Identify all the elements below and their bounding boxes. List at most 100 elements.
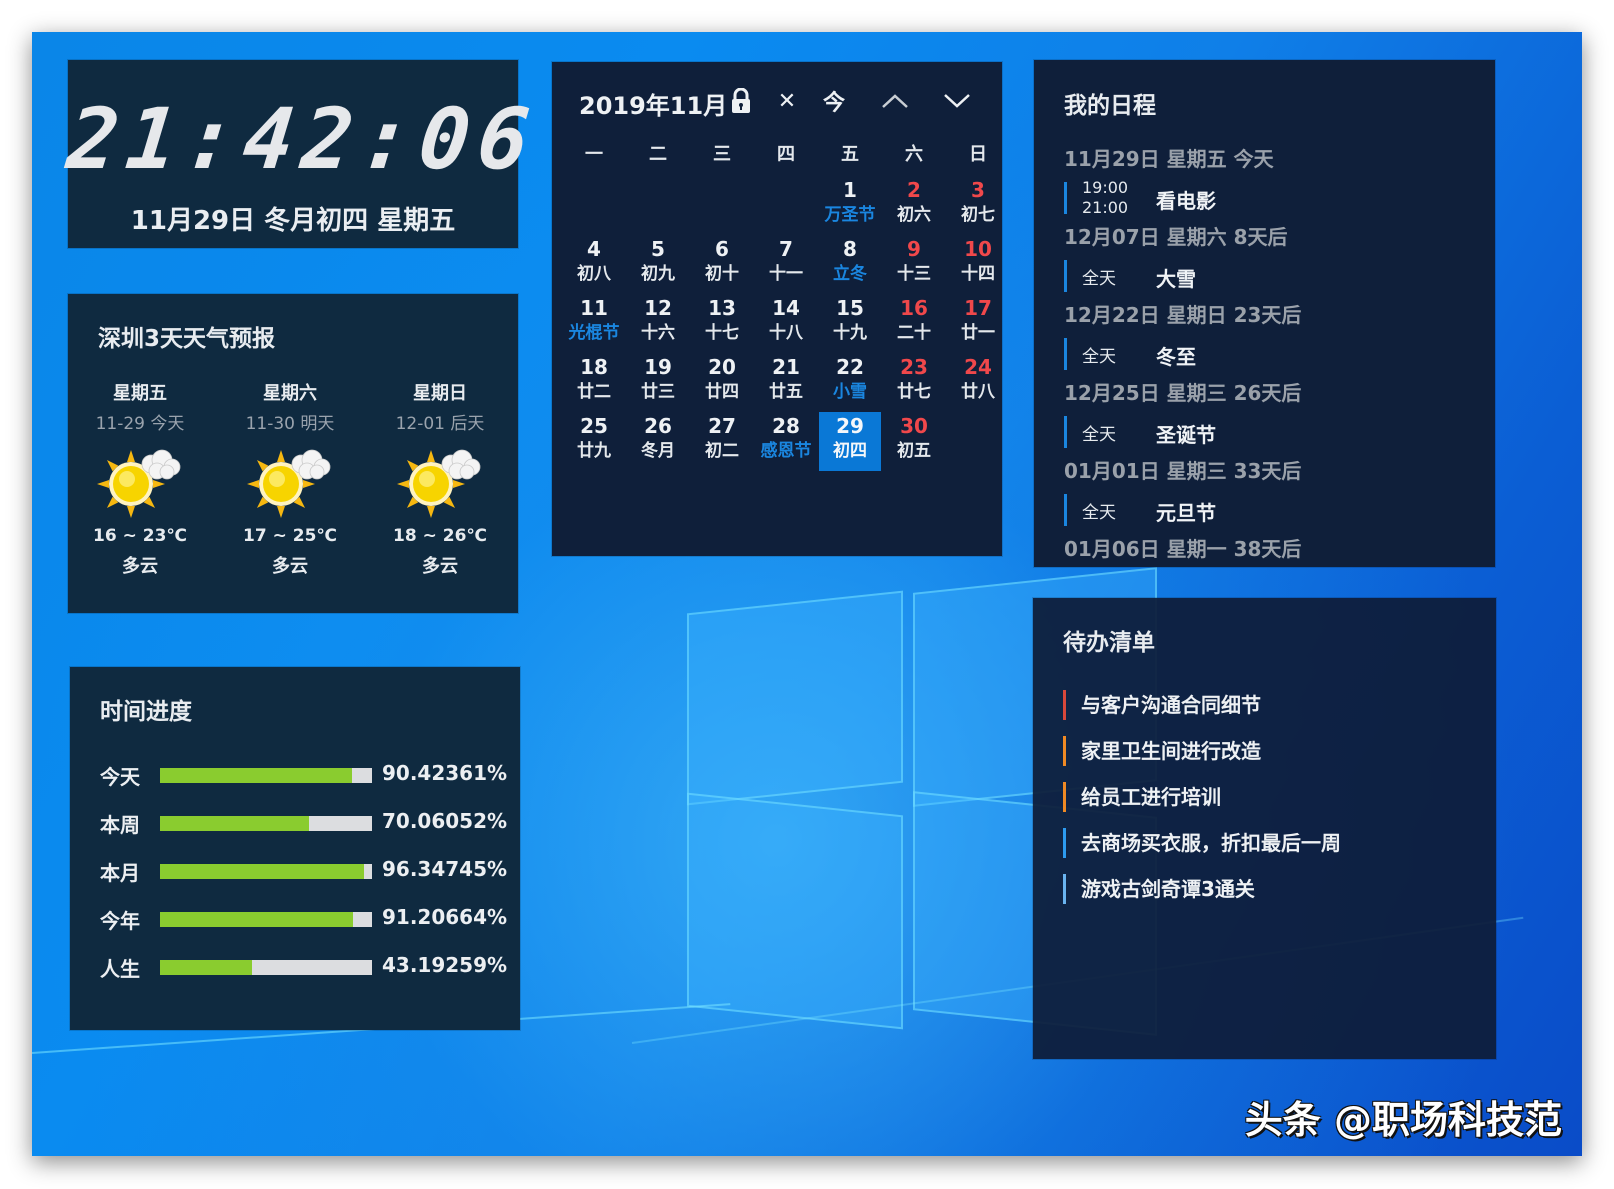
lock-button[interactable] — [724, 84, 758, 118]
calendar-day[interactable]: 2 初六 — [882, 176, 946, 235]
calendar-day[interactable]: 1 万圣节 — [818, 176, 882, 235]
day-number: 18 — [580, 355, 608, 379]
progress-bar — [160, 912, 372, 927]
lunar-date: 十三 — [897, 264, 931, 284]
lunar-date: 初二 — [705, 441, 739, 461]
day-number: 4 — [587, 237, 601, 261]
weekday-label: 五 — [841, 144, 859, 165]
schedule-event[interactable]: 19:00 21:00 看电影 — [1064, 178, 1475, 218]
todo-text: 游戏古剑奇谭3通关 — [1081, 877, 1255, 901]
progress-label: 今年 — [100, 909, 140, 933]
calendar-day[interactable]: 4 初八 — [562, 235, 626, 294]
calendar-day[interactable]: 23 廿七 — [882, 353, 946, 412]
calendar-blank — [626, 176, 690, 235]
calendar-day[interactable]: 30 初五 — [882, 412, 946, 471]
day-number: 1 — [843, 178, 857, 202]
watermark: 头条 @职场科技范 — [1244, 1098, 1562, 1142]
weather-date: 12-01 后天 — [395, 414, 485, 434]
calendar-blank — [754, 176, 818, 235]
weather-day: 星期五 11-29 今天 16 ~ 23℃ 多云 — [70, 379, 210, 578]
calendar-day[interactable]: 11 光棍节 — [562, 294, 626, 353]
partly-cloudy-icon — [245, 446, 335, 518]
calendar-day[interactable]: 13 十七 — [690, 294, 754, 353]
lunar-date: 廿三 — [641, 382, 675, 402]
event-allday: 全天 — [1082, 269, 1116, 289]
weather-weekday: 星期日 — [413, 383, 467, 404]
calendar-day[interactable]: 14 十八 — [754, 294, 818, 353]
calendar-day[interactable]: 12 十六 — [626, 294, 690, 353]
day-number: 7 — [779, 237, 793, 261]
close-button[interactable]: ✕ — [770, 84, 804, 118]
calendar-day[interactable]: 21 廿五 — [754, 353, 818, 412]
calendar-day[interactable]: 28 感恩节 — [754, 412, 818, 471]
weather-temp: 17 ~ 25℃ — [243, 526, 337, 546]
lunar-date: 十七 — [705, 323, 739, 343]
weather-day: 星期日 12-01 后天 18 ~ 26℃ 多云 — [370, 379, 510, 578]
prev-month-button[interactable] — [878, 84, 912, 118]
lunar-date: 冬月 — [641, 441, 675, 461]
calendar-day[interactable]: 8 立冬 — [818, 235, 882, 294]
calendar-day[interactable]: 18 廿二 — [562, 353, 626, 412]
schedule-event[interactable]: 全天 冬至 — [1064, 334, 1475, 374]
progress-row: 人生 43.19259% — [100, 953, 520, 983]
calendar-day[interactable]: 16 二十 — [882, 294, 946, 353]
progress-value: 91.20664% — [382, 905, 508, 929]
lunar-date: 初九 — [641, 264, 675, 284]
calendar-day[interactable]: 26 冬月 — [626, 412, 690, 471]
lunar-date: 廿八 — [961, 382, 995, 402]
calendar-day[interactable]: 9 十三 — [882, 235, 946, 294]
weather-title: 深圳3天天气预报 — [98, 326, 276, 352]
event-title: 看电影 — [1156, 189, 1216, 213]
next-month-button[interactable] — [940, 84, 974, 118]
priority-marker — [1063, 828, 1066, 858]
calendar-day[interactable]: 19 廿三 — [626, 353, 690, 412]
calendar-day[interactable]: 17 廿一 — [946, 294, 1010, 353]
calendar-day[interactable]: 25 廿九 — [562, 412, 626, 471]
progress-fill — [160, 816, 309, 831]
calendar-day[interactable]: 24 廿八 — [946, 353, 1010, 412]
chevron-down-icon — [944, 94, 970, 108]
schedule-event[interactable]: 全天 元旦节 — [1064, 490, 1475, 530]
calendar-day[interactable]: 10 十四 — [946, 235, 1010, 294]
day-number: 28 — [772, 414, 800, 438]
calendar-day[interactable]: 3 初七 — [946, 176, 1010, 235]
todo-item[interactable]: 家里卫生间进行改造 — [1063, 732, 1476, 778]
calendar-day[interactable]: 20 廿四 — [690, 353, 754, 412]
calendar-day[interactable]: 7 十一 — [754, 235, 818, 294]
todo-item[interactable]: 与客户沟通合同细节 — [1063, 686, 1476, 732]
progress-row: 今年 91.20664% — [100, 905, 520, 935]
partly-cloudy-icon — [395, 446, 485, 518]
todo-item[interactable]: 游戏古剑奇谭3通关 — [1063, 870, 1476, 916]
progress-fill — [160, 960, 252, 975]
calendar-day[interactable]: 27 初二 — [690, 412, 754, 471]
calendar-day[interactable]: 5 初九 — [626, 235, 690, 294]
today-button[interactable]: 今 — [817, 84, 851, 118]
lunar-date: 初八 — [577, 264, 611, 284]
close-icon: ✕ — [777, 88, 797, 114]
clock-widget: 21:42:06 11月29日 冬月初四 星期五 — [63, 60, 542, 248]
lunar-date: 十九 — [833, 323, 867, 343]
day-number: 17 — [964, 296, 992, 320]
schedule-event[interactable]: 全天 圣诞节 — [1064, 412, 1475, 452]
todo-item[interactable]: 给员工进行培训 — [1063, 778, 1476, 824]
schedule-event[interactable]: 全天 大雪 — [1064, 256, 1475, 296]
day-number: 2 — [907, 178, 921, 202]
schedule-date-header: 11月29日 星期五 今天 — [1064, 147, 1274, 171]
weekday-label: 一 — [585, 144, 603, 165]
todo-item[interactable]: 去商场买衣服，折扣最后一周 — [1063, 824, 1476, 870]
day-number: 19 — [644, 355, 672, 379]
calendar-day[interactable]: 22 小雪 — [818, 353, 882, 412]
day-number: 6 — [715, 237, 729, 261]
priority-marker — [1063, 736, 1066, 766]
weather-weekday: 星期六 — [263, 383, 317, 404]
weather-desc: 多云 — [422, 556, 458, 577]
progress-fill — [160, 864, 365, 879]
day-number: 21 — [772, 355, 800, 379]
schedule-date-header: 01月06日 星期一 38天后 — [1064, 537, 1302, 561]
schedule-date-header: 12月07日 星期六 8天后 — [1064, 225, 1288, 249]
calendar-day[interactable]: 6 初十 — [690, 235, 754, 294]
calendar-day-today[interactable]: 29 初四 — [819, 412, 881, 471]
todo-title: 待办清单 — [1063, 630, 1155, 656]
calendar-widget: 2019年11月 ✕ 今 一 二 三 四 五 六 日 1 万圣节 2 初六 3 初七 4 初八 5 初九 6 初十… — [552, 62, 1002, 556]
calendar-day[interactable]: 15 十九 — [818, 294, 882, 353]
